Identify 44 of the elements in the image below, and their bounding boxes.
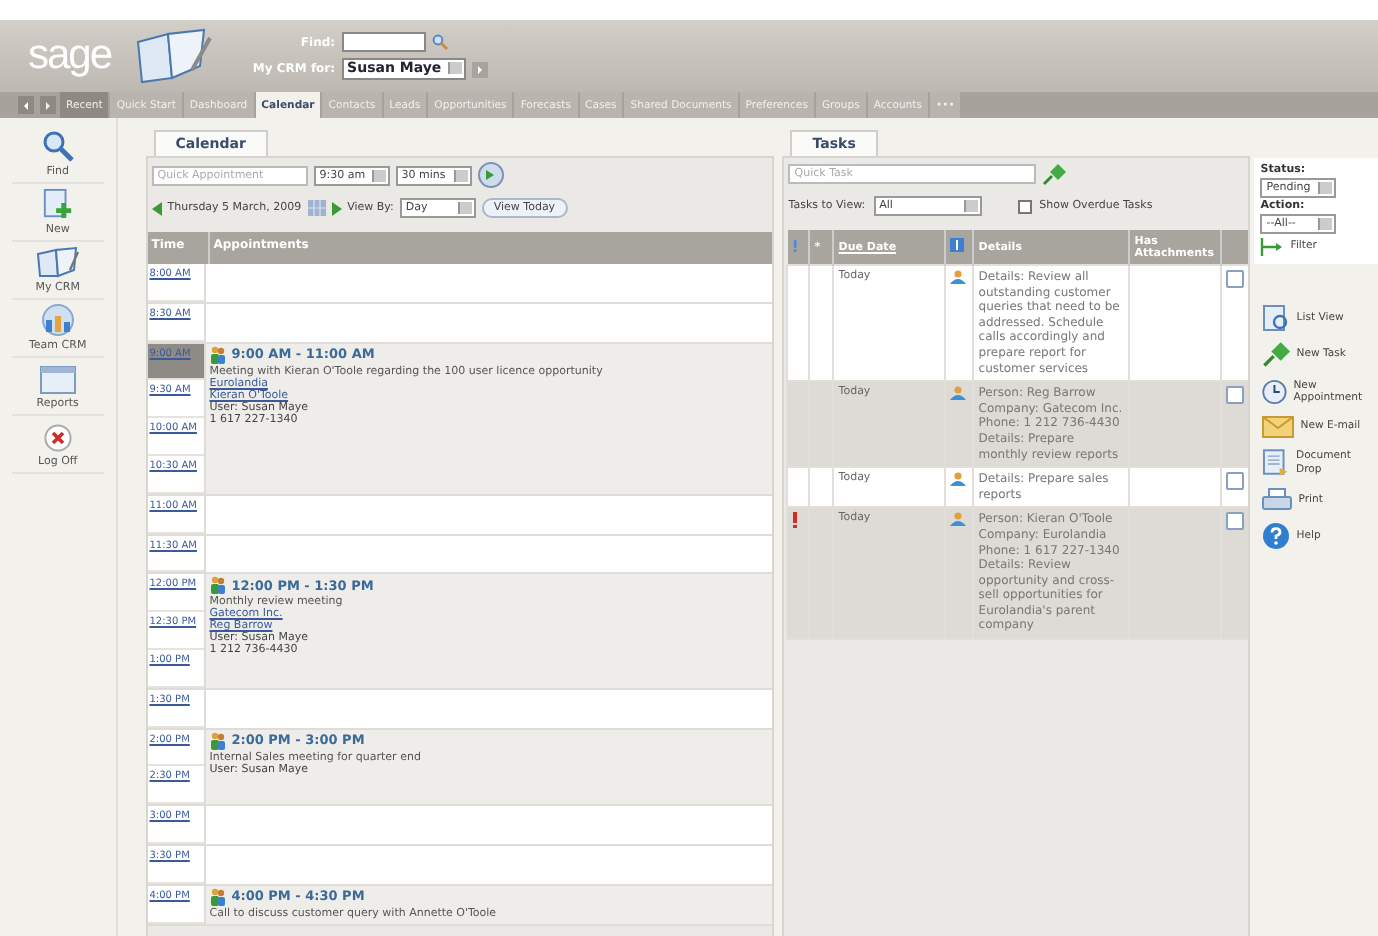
add-appointment-icon[interactable] (477, 162, 504, 188)
clock-icon (1262, 378, 1288, 406)
priority-header: ! (791, 238, 799, 256)
list-view-icon (1262, 304, 1291, 332)
info-icon (950, 238, 965, 252)
people-icon (209, 576, 226, 595)
team-icon (39, 304, 76, 336)
envelope-icon (1262, 416, 1295, 438)
new-document-icon (41, 188, 74, 220)
people-icon (209, 887, 226, 906)
person-icon (950, 472, 967, 487)
right-arrow-icon (44, 101, 52, 109)
previous-arrow-icon[interactable] (151, 201, 162, 215)
pushpin-icon (1262, 342, 1291, 368)
person-icon (950, 512, 967, 527)
report-window-icon (39, 366, 76, 394)
search-icon[interactable] (431, 34, 448, 50)
back-button[interactable] (18, 96, 34, 114)
filter-arrows-icon (1260, 236, 1285, 258)
sage-logo: sage (28, 32, 112, 80)
book-icon (35, 246, 80, 278)
task-checkbox[interactable] (1226, 270, 1245, 288)
person-icon (950, 386, 967, 401)
pushpin-icon[interactable] (1042, 163, 1067, 185)
document-icon (1262, 448, 1290, 478)
task-checkbox[interactable] (1226, 386, 1245, 405)
left-arrow-icon (22, 101, 30, 109)
overdue-checkbox[interactable] (1017, 199, 1032, 213)
next-arrow-icon[interactable] (331, 201, 342, 215)
calendar-icon[interactable] (307, 200, 326, 216)
task-checkbox[interactable] (1226, 472, 1245, 491)
go-button[interactable] (471, 61, 488, 77)
close-icon (43, 424, 72, 452)
search-icon (41, 130, 74, 162)
people-icon (209, 731, 226, 750)
forward-button[interactable] (40, 96, 56, 114)
find-field[interactable] (341, 32, 426, 52)
book-icon (131, 26, 212, 86)
person-icon (950, 270, 967, 284)
high-priority-icon (792, 512, 799, 529)
task-checkbox[interactable] (1226, 512, 1245, 531)
people-icon (209, 345, 226, 364)
help-icon (1262, 522, 1291, 550)
printer-icon (1262, 488, 1293, 512)
